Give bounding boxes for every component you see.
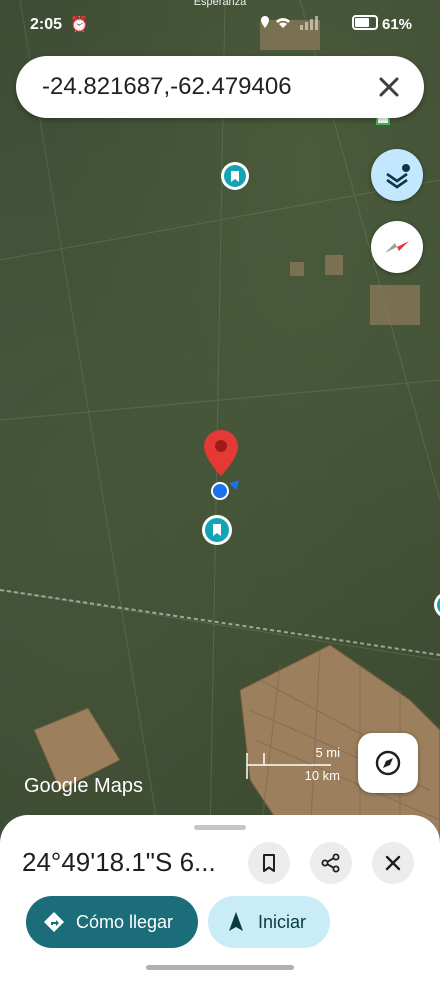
bookmark-icon: [205, 518, 229, 542]
save-button[interactable]: [248, 842, 290, 884]
start-navigation-button[interactable]: Iniciar: [208, 896, 330, 948]
scale-miles: 5 mi: [315, 745, 340, 760]
navigation-arrow-icon: [229, 912, 243, 931]
location-wifi-signal-icons: [261, 16, 318, 30]
share-button[interactable]: [310, 842, 352, 884]
search-bar[interactable]: -24.821687,-62.479406: [16, 56, 424, 118]
compass-button[interactable]: [371, 221, 423, 273]
alarm-icon: ⏰: [70, 16, 89, 33]
google-maps-logo: Google Maps: [24, 775, 143, 797]
status-bar: Esperanza 2:05 ⏰ 61%: [0, 0, 440, 50]
close-icon: [379, 77, 399, 97]
place-bottom-sheet[interactable]: 24°49'18.1"S 6... Cómo llegar Iniciar: [0, 815, 440, 983]
share-icon: [321, 853, 340, 873]
battery-icon: [352, 15, 378, 30]
place-title: 24°49'18.1"S 6...: [22, 847, 216, 877]
map-place-label: Esperanza: [193, 0, 247, 8]
saved-place-marker-bottom[interactable]: [202, 515, 232, 545]
battery-percent: 61%: [382, 16, 413, 33]
connectivity-icons: [260, 15, 318, 34]
compass-icon: [385, 241, 409, 253]
my-location-dot: [211, 482, 229, 500]
drag-handle[interactable]: [194, 825, 246, 830]
directions-icon: [44, 912, 64, 932]
saved-place-marker-top[interactable]: [221, 162, 249, 190]
bookmark-icon: [263, 854, 275, 872]
my-location-button[interactable]: [358, 733, 418, 793]
satellite-map[interactable]: [0, 0, 440, 840]
directions-label: Cómo llegar: [76, 911, 174, 932]
close-icon: [385, 855, 401, 871]
layers-icon: [386, 164, 410, 189]
bookmark-icon: [224, 165, 246, 187]
directions-button[interactable]: Cómo llegar: [26, 896, 198, 948]
search-input[interactable]: -24.821687,-62.479406: [42, 73, 292, 101]
navigation-compass-icon: [375, 750, 401, 776]
scale-kilometers: 10 km: [304, 768, 340, 783]
gesture-nav-bar[interactable]: [146, 965, 294, 970]
close-sheet-button[interactable]: [372, 842, 414, 884]
start-label: Iniciar: [258, 911, 307, 932]
map-terrain: [0, 0, 440, 840]
clock: 2:05: [30, 16, 63, 33]
dropped-pin-icon[interactable]: [204, 430, 238, 481]
map-marker-small[interactable]: [376, 117, 390, 125]
clear-search-button[interactable]: [372, 70, 406, 104]
layers-button[interactable]: [371, 149, 423, 201]
map-scale: 5 mi 10 km: [246, 745, 346, 785]
